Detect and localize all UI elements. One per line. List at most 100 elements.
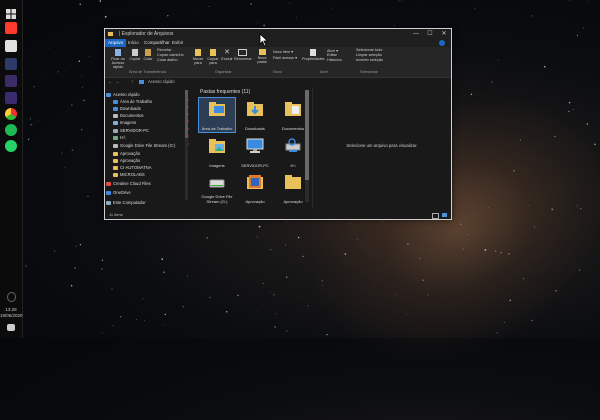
nav-item[interactable]: Este Computador: [106, 200, 146, 206]
nav-item[interactable]: Documentos: [113, 113, 144, 119]
nav-item-icon: [113, 152, 118, 156]
nav-item-icon: [113, 159, 118, 163]
help-icon[interactable]: [439, 40, 445, 46]
folder-tile[interactable]: Downloads: [237, 98, 273, 132]
content-scrollbar[interactable]: [305, 90, 309, 202]
nav-item-icon: [106, 201, 111, 205]
folder-tile-label: Google Drive File Stream (G:): [199, 195, 235, 204]
nav-item[interactable]: SERVIDOR-PC: [113, 128, 149, 134]
paste-icon: [145, 49, 151, 56]
tray-icons[interactable]: [7, 292, 16, 302]
nav-item[interactable]: Downloads: [113, 106, 141, 112]
nav-scrollbar[interactable]: [185, 90, 188, 200]
nav-item[interactable]: Aprovação: [113, 151, 140, 157]
forward-icon[interactable]: →: [115, 79, 119, 84]
nav-item[interactable]: CI-AUTOMATNA: [113, 165, 151, 171]
copy-button[interactable]: Copiar: [129, 49, 141, 61]
properties-icon: [310, 49, 316, 56]
paste-button[interactable]: Colar: [142, 49, 154, 61]
nav-item-icon: [113, 173, 118, 177]
premiere-icon[interactable]: [5, 75, 17, 87]
folder-tile[interactable]: Imagens: [199, 135, 235, 169]
properties-button[interactable]: Propriedades: [302, 49, 324, 61]
copy-path-button[interactable]: Copiar caminho: [157, 53, 184, 57]
paste-shortcut-button[interactable]: Colar atalho: [157, 58, 177, 62]
nav-item-icon: [106, 182, 111, 186]
back-icon[interactable]: ←: [108, 79, 112, 84]
nav-item[interactable]: OneDrive: [106, 190, 131, 196]
folder-icon: [108, 32, 113, 36]
frequent-folders-title[interactable]: Pastas frequentes (11): [200, 89, 250, 95]
nav-item[interactable]: Acesso rápido: [106, 92, 140, 98]
folder-tile[interactable]: Aprovação: [237, 171, 273, 205]
nav-item-icon: [113, 107, 118, 111]
copy-to-button[interactable]: Copiar para: [206, 49, 220, 65]
group-select-label: Selecionar: [360, 70, 378, 74]
nav-item[interactable]: Imagens: [113, 120, 136, 126]
nav-item-label: SERVIDOR-PC: [120, 128, 149, 133]
folder-tile-label: Aprovação: [237, 200, 273, 205]
chrome-icon[interactable]: [5, 108, 17, 120]
nav-item[interactable]: Google Drive File Stream (G:): [113, 143, 175, 149]
edit-button[interactable]: Editar: [327, 53, 337, 57]
clock-date[interactable]: 19/06/2020: [0, 313, 22, 319]
nav-item[interactable]: H:\: [113, 135, 125, 141]
spotify-icon[interactable]: [5, 124, 17, 136]
tab-share[interactable]: Compartilhar: [141, 39, 173, 47]
nav-item-label: Acesso rápido: [113, 92, 140, 97]
group-organize-label: Organizar: [215, 70, 232, 74]
nav-item-label: CI-AUTOMATNA: [120, 165, 151, 170]
details-view-icon[interactable]: [432, 213, 439, 219]
delete-button[interactable]: ✕ Excluir: [221, 49, 233, 61]
history-button[interactable]: Histórico: [327, 58, 342, 62]
start-button[interactable]: [6, 6, 16, 16]
minimize-button[interactable]: —: [409, 29, 423, 39]
nav-item[interactable]: MICROLABS: [113, 172, 145, 178]
group-clipboard-label: Área de Transferência: [129, 70, 166, 74]
nav-item-icon: [113, 166, 118, 170]
gmail-icon[interactable]: [5, 40, 17, 52]
copy-to-icon: [210, 49, 216, 56]
photoshop-icon[interactable]: [5, 58, 17, 70]
pin-quick-access-button[interactable]: Fixar no Acesso rápido: [107, 49, 129, 69]
new-folder-icon: [259, 49, 266, 55]
close-button[interactable]: ✕: [437, 29, 451, 39]
nav-item[interactable]: Área de Trabalho: [113, 99, 152, 105]
tab-home[interactable]: Início: [125, 39, 142, 47]
nav-item-icon: [113, 136, 118, 140]
rename-icon: [238, 49, 247, 56]
folder-tile[interactable]: Google Drive File Stream (G:): [199, 171, 235, 205]
folder-tile[interactable]: Área de Trabalho: [199, 98, 235, 132]
nav-item[interactable]: Aprovação: [113, 158, 140, 164]
new-folder-button[interactable]: Nova pasta: [255, 49, 269, 64]
nav-item[interactable]: Creative Cloud Files: [106, 181, 151, 187]
ribbon-tabs: Arquivo Início Compartilhar Exibir: [105, 39, 451, 47]
maximize-button[interactable]: ☐: [423, 29, 437, 39]
tab-view[interactable]: Exibir: [169, 39, 186, 47]
nav-item-label: Documentos: [120, 113, 144, 118]
notifications-icon[interactable]: [7, 324, 15, 331]
after-effects-icon[interactable]: [5, 92, 17, 104]
new-item-button[interactable]: Novo item ▾: [273, 49, 293, 54]
move-to-button[interactable]: Mover para: [191, 49, 205, 65]
mouse-cursor: [259, 33, 269, 47]
nav-item-icon: [113, 144, 118, 148]
rename-button[interactable]: Renomear: [234, 49, 250, 61]
address-bar[interactable]: ← → ↑ Acesso rápido: [105, 78, 451, 87]
tab-file[interactable]: Arquivo: [105, 39, 126, 47]
up-icon[interactable]: ↑: [131, 79, 133, 84]
nav-item-label: Aprovação: [120, 158, 140, 163]
preview-message: Selecione um arquivo para visualizar.: [313, 143, 451, 148]
whatsapp-icon[interactable]: [5, 140, 17, 152]
folder-tile[interactable]: SERVIDOR-PC: [237, 135, 273, 169]
tiles-view-icon[interactable]: [442, 213, 447, 217]
invert-selection-button[interactable]: Inverter seleção: [356, 58, 383, 62]
cut-button[interactable]: Recortar: [157, 48, 172, 52]
select-none-button[interactable]: Limpar seleção: [356, 53, 382, 57]
outlook-icon[interactable]: [5, 22, 17, 34]
content-pane: Pastas frequentes (11) Área de TrabalhoD…: [195, 87, 309, 209]
address-path[interactable]: Acesso rápido: [148, 79, 175, 84]
select-all-button[interactable]: Selecionar tudo: [356, 48, 382, 52]
easy-access-button[interactable]: Fácil acesso ▾: [273, 55, 297, 60]
window-title: | Explorador de Arquivos: [119, 31, 173, 37]
